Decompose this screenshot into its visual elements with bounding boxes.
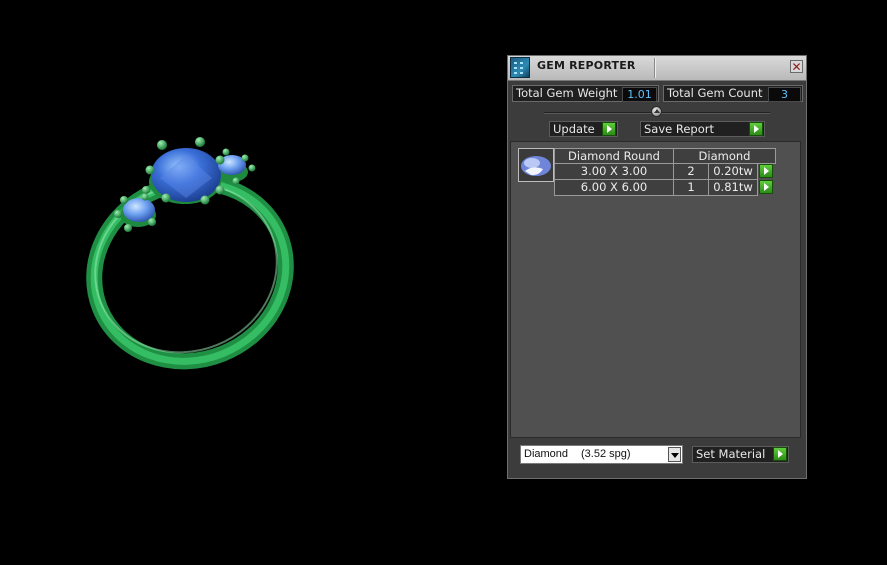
row-size: 3.00 X 3.00 [554,163,674,180]
save-report-button[interactable]: Save Report [640,121,765,137]
diamond-round-thumbnail[interactable] [518,148,554,182]
update-button-label: Update [553,122,595,136]
total-gem-count-value: 3 [768,87,801,102]
row-select-go-icon[interactable] [759,164,773,178]
set-material-button-label: Set Material [696,447,766,461]
gem-reporter-app-icon [510,57,530,78]
set-material-button[interactable]: Set Material [692,446,789,463]
panel-titlebar[interactable]: GEM REPORTER ✕ [508,56,806,81]
3d-viewport[interactable] [0,0,500,561]
total-gem-weight-label: Total Gem Weight [516,86,618,100]
gem-reporter-panel: GEM REPORTER ✕ Total Gem Weight 1.01 Tot… [507,55,807,479]
set-material-go-icon[interactable] [773,447,787,461]
total-gem-count-field: Total Gem Count 3 [663,85,803,102]
save-report-button-label: Save Report [644,122,715,136]
total-gem-weight-field: Total Gem Weight 1.01 [512,85,659,102]
table-header-material: Diamond [673,148,776,164]
panel-title: GEM REPORTER [537,59,636,72]
save-report-go-icon[interactable] [749,122,763,136]
title-separator [654,58,655,78]
table-header-shape: Diamond Round [554,148,674,164]
material-name: Diamond [524,448,569,460]
size-slider-knob[interactable] [651,106,662,117]
row-weight: 0.81tw [708,179,758,196]
material-dropdown[interactable]: Diamond (3.52 spg) [520,445,683,464]
material-spg: (3.52 spg) [581,448,631,460]
total-gem-weight-value: 1.01 [622,87,657,102]
dropdown-arrow-icon[interactable] [668,447,681,462]
round-gem-icon [521,156,551,176]
total-gem-count-label: Total Gem Count [667,86,763,100]
gem-list-area[interactable]: Diamond Round Diamond 3.00 X 3.00 2 0.20… [510,141,801,438]
row-size: 6.00 X 6.00 [554,179,674,196]
ring-model [86,137,294,370]
row-select-go-icon[interactable] [759,180,773,194]
update-go-icon[interactable] [602,122,616,136]
update-button[interactable]: Update [549,121,618,137]
row-weight: 0.20tw [708,163,758,180]
row-count: 2 [673,163,709,180]
close-button[interactable]: ✕ [790,60,803,73]
row-count: 1 [673,179,709,196]
